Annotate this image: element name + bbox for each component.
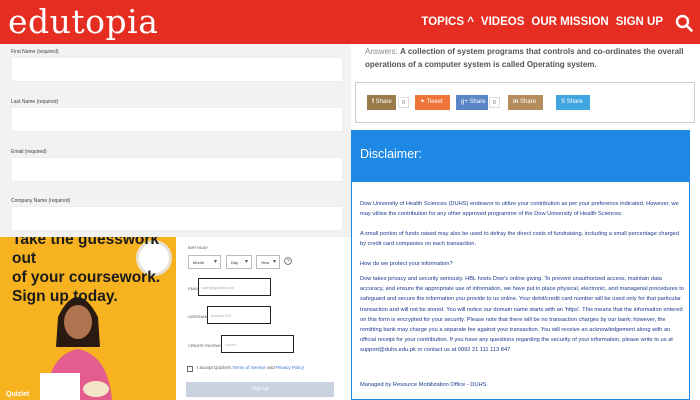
terms-of-service-link[interactable]: Terms of Service [232,365,266,370]
twitter-share-label: Tweet [426,99,443,105]
accept-terms-text: I accept Quizlet's [197,365,232,370]
svg-text:?: ? [287,259,290,265]
twitter-share-button[interactable]: ✦ Tweet [415,95,450,110]
help-icon[interactable]: ? [284,257,292,265]
password-input[interactable]: •••••••• [221,335,294,353]
answer-body: A collection of system programs that con… [365,47,684,69]
ad-line-1: Take the guesswork out [12,237,160,267]
search-icon[interactable] [675,14,693,32]
answer-prefix: Answers: [365,47,398,56]
email-input[interactable] [11,157,343,182]
email-label: Email (required) [11,149,47,155]
googleplus-share-button[interactable]: g+ Share [456,95,488,110]
ad-banner[interactable]: Take the guesswork out of your coursewor… [0,237,176,400]
linkedin-icon: in [513,99,519,105]
ad-headline: Take the guesswork out of your coursewor… [12,237,176,306]
disclaimer-footer: Managed by Resource Mobilization Office … [360,382,488,388]
last-name-input[interactable] [11,107,343,132]
disclaimer-title: Disclaimer: [360,147,422,161]
site-header: edutopia TOPICS ^ VIDEOS OUR MISSION SIG… [0,0,700,44]
ad-line-3: Sign up today. [12,288,118,305]
linkedin-share-label: Share [520,99,537,105]
nav-topics[interactable]: TOPICS ^ [421,15,474,29]
accept-terms-label: I accept Quizlet's Terms of Service and … [197,365,304,370]
last-name-label: Last Name (required) [11,99,59,105]
accept-terms-checkbox[interactable] [187,366,193,372]
privacy-policy-link[interactable]: Privacy Policy [276,365,304,370]
disclaimer-paragraph-2: A small portion of funds raised may also… [360,231,679,248]
googleplus-share-count: 0 [489,97,500,108]
month-select[interactable]: Month [188,255,221,269]
disclaimer-paragraph-1: Dow University of Health Sciences (DUHS)… [360,201,679,218]
googleplus-icon: g+ [461,99,468,105]
answer-text: Answers: A collection of system programs… [365,45,685,71]
nav-sign-up[interactable]: SIGN UP [616,15,663,29]
facebook-share-label: Share [375,99,392,105]
and-text: and [267,365,275,370]
ad-signup-button[interactable]: Sign up [186,382,334,397]
disclaimer-paragraph-3: Dow takes privacy and security seriously… [360,276,684,354]
linkedin-share-button[interactable]: in Share [508,95,543,110]
first-name-label: First Name (required) [11,49,59,55]
googleplus-share-label: Share [469,99,486,105]
birthday-label: BIRTHDAY [188,245,208,250]
site-logo[interactable]: edutopia [8,2,158,42]
disclaimer-heading-protect: How do we protect your information? [360,261,453,267]
company-name-label: Company Name (required) [11,198,71,204]
ad-line-2: of your coursework. [12,269,161,286]
ad-email-input[interactable]: user@quizlet.com [198,278,271,296]
company-name-input[interactable] [11,206,343,231]
skype-share-button[interactable]: S Share [556,95,590,110]
skype-share-label: Share [566,99,583,105]
twitter-icon: ✦ [420,99,426,105]
facebook-share-button[interactable]: f Share [367,95,396,110]
year-select[interactable]: Year [256,255,280,269]
skype-icon: S [561,99,566,105]
facebook-share-count: 0 [398,97,409,108]
day-select[interactable]: Day [226,255,252,269]
facebook-icon: f [372,99,374,105]
nav-our-mission[interactable]: OUR MISSION [531,15,608,29]
main-nav: TOPICS ^ VIDEOS OUR MISSION SIGN UP [421,15,663,29]
username-input[interactable]: andrew123 [207,306,271,324]
first-name-input[interactable] [11,57,343,82]
nav-videos[interactable]: VIDEOS [481,15,524,29]
ad-brand-logo: Quizlet [6,391,30,398]
